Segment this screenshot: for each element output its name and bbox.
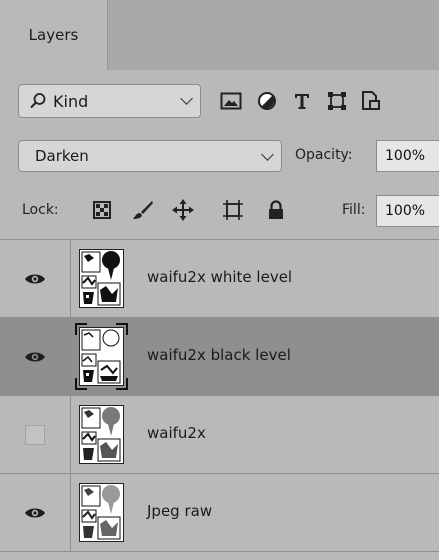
- tab-layers[interactable]: Layers: [0, 0, 107, 70]
- fill-field[interactable]: 100%: [376, 195, 439, 227]
- layer-name: waifu2x black level: [147, 346, 291, 364]
- layer-thumbnail[interactable]: [79, 483, 124, 542]
- visibility-toggle[interactable]: [0, 396, 71, 473]
- blend-mode-select[interactable]: Darken: [18, 140, 282, 172]
- eye-icon: [25, 508, 45, 517]
- layer-row-selected[interactable]: waifu2x black level: [0, 318, 439, 396]
- layers-panel: Layers Kind Darken Opacity: 100% Lock: F…: [0, 0, 439, 560]
- pixel-filter-icon[interactable]: [220, 90, 242, 112]
- opacity-value: 100%: [385, 148, 426, 164]
- type-filter-icon[interactable]: [291, 90, 313, 112]
- fill-label: Fill:: [342, 202, 366, 218]
- panel-tab-bar: Layers: [0, 0, 439, 70]
- lock-artboard-icon[interactable]: [222, 199, 244, 221]
- lock-label: Lock:: [22, 202, 59, 218]
- layer-thumbnail[interactable]: [79, 249, 124, 308]
- search-icon: [29, 92, 47, 110]
- adjustment-filter-icon[interactable]: [256, 90, 278, 112]
- blend-mode-value: Darken: [35, 147, 89, 165]
- lock-image-icon[interactable]: [132, 199, 154, 221]
- fill-value: 100%: [385, 203, 426, 219]
- visibility-toggle[interactable]: [0, 318, 71, 395]
- filter-row: Kind: [0, 70, 439, 130]
- layer-name: waifu2x: [147, 424, 206, 442]
- eye-icon: [25, 274, 45, 283]
- layer-thumbnail[interactable]: [79, 327, 124, 386]
- smart-object-filter-icon[interactable]: [360, 90, 382, 112]
- opacity-label: Opacity:: [295, 147, 353, 163]
- layer-name: waifu2x white level: [147, 268, 293, 286]
- lock-row: Lock: Fill: 100%: [0, 182, 439, 240]
- blend-row: Darken Opacity: 100%: [0, 130, 439, 182]
- layer-row[interactable]: waifu2x white level: [0, 240, 439, 318]
- filter-kind-select[interactable]: Kind: [18, 84, 201, 118]
- chevron-down-icon: [261, 148, 274, 161]
- tab-layers-label: Layers: [28, 26, 79, 44]
- lock-transparent-icon[interactable]: [91, 199, 113, 221]
- lock-all-icon[interactable]: [265, 199, 287, 221]
- filter-kind-label: Kind: [53, 91, 89, 111]
- visibility-toggle[interactable]: [0, 240, 71, 317]
- layer-row[interactable]: Jpeg raw: [0, 474, 439, 552]
- visibility-off-box: [25, 424, 45, 445]
- chevron-down-icon: [180, 92, 193, 105]
- opacity-field[interactable]: 100%: [376, 140, 439, 172]
- shape-filter-icon[interactable]: [326, 90, 348, 112]
- eye-icon: [25, 352, 45, 361]
- tab-divider: [107, 0, 108, 70]
- layer-name: Jpeg raw: [147, 502, 213, 520]
- layer-thumbnail[interactable]: [79, 405, 124, 464]
- visibility-toggle[interactable]: [0, 474, 71, 551]
- layer-row[interactable]: waifu2x: [0, 396, 439, 474]
- lock-position-icon[interactable]: [172, 199, 194, 221]
